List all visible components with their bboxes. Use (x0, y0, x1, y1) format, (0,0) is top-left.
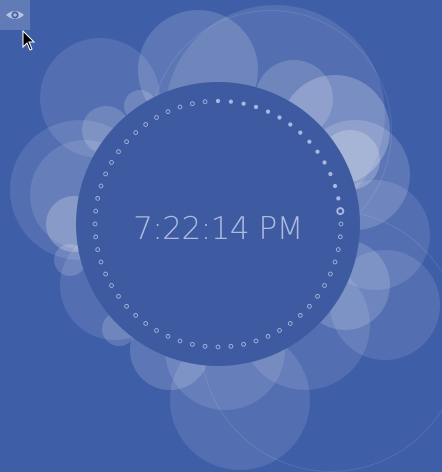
second-dot-empty (116, 293, 121, 299)
second-dot-filled (265, 109, 271, 114)
second-dot-empty (190, 341, 195, 347)
second-dot-empty (116, 149, 121, 155)
toggle-visibility-button[interactable] (0, 0, 30, 30)
second-dot-filled (322, 160, 327, 165)
second-dot-empty (165, 109, 171, 114)
second-dot-filled (315, 149, 320, 154)
second-dot-empty (287, 321, 293, 326)
second-dot-empty (133, 313, 139, 318)
eye-icon (6, 11, 24, 19)
second-dot-empty (143, 122, 149, 127)
second-dot-empty (124, 303, 129, 309)
second-dot-empty (265, 334, 271, 339)
time-display: 7:22:14 PM (133, 211, 303, 247)
second-dot-empty (177, 338, 183, 344)
second-dot-empty (297, 313, 303, 318)
second-dot-empty (332, 259, 338, 265)
second-dot-empty (241, 341, 246, 347)
second-dot-filled (288, 122, 293, 127)
second-dot-filled (298, 130, 303, 135)
second-dot-empty (109, 283, 114, 288)
second-dot-empty (154, 115, 159, 120)
second-dot-filled (307, 139, 312, 144)
second-dot-empty (98, 183, 104, 189)
second-dot-empty (190, 101, 195, 107)
second-dot-filled (215, 98, 221, 104)
mouse-cursor (22, 30, 36, 51)
second-dot-empty (124, 139, 129, 145)
second-dot-empty (165, 334, 171, 339)
second-dot-empty (103, 171, 108, 177)
second-dot-empty (315, 293, 320, 299)
second-dot-filled (253, 104, 259, 110)
second-dot-empty (103, 271, 108, 277)
second-dot-empty (228, 343, 234, 349)
second-dot-empty (202, 343, 208, 349)
second-dot-empty (95, 196, 101, 201)
second-dot-empty (322, 283, 327, 288)
second-dot-empty (177, 104, 183, 110)
second-dot-empty (307, 303, 312, 309)
second-dot-empty (253, 338, 259, 344)
second-dot-filled (277, 115, 282, 120)
second-dot-empty (143, 321, 149, 326)
second-dot-empty (133, 130, 139, 135)
second-dot-filled (328, 171, 333, 177)
second-dot-filled (241, 101, 246, 106)
second-dot-empty (98, 259, 104, 265)
second-dot-empty (277, 328, 282, 333)
second-dot-filled (336, 196, 341, 201)
second-dot-empty (109, 160, 114, 165)
second-dot-filled (332, 183, 338, 189)
second-dot-empty (154, 328, 159, 333)
second-dot-empty (215, 344, 221, 350)
second-dot-empty (328, 271, 333, 277)
second-dot-empty (202, 99, 208, 105)
second-dot-filled (228, 99, 233, 104)
